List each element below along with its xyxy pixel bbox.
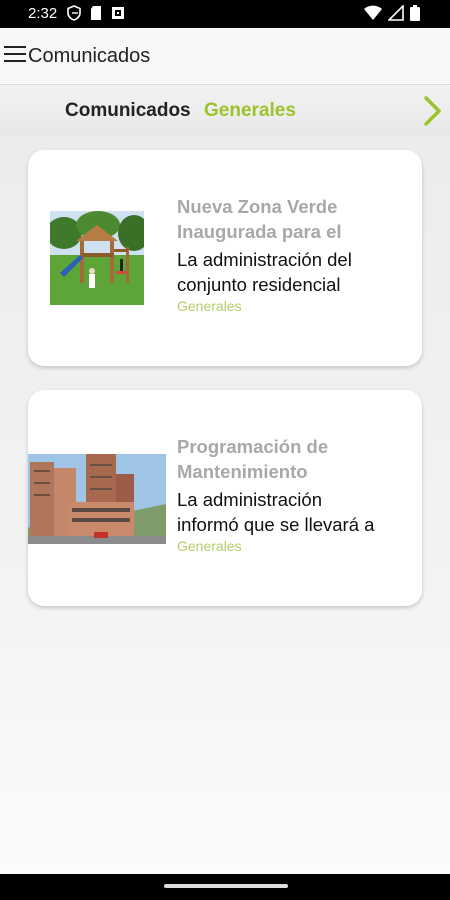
announcement-excerpt: La administración informó que se llevará… [177, 489, 375, 535]
status-right-icons [364, 5, 420, 21]
signal-icon [388, 5, 404, 21]
announcement-card[interactable]: Programación de Mantenimiento La adminis… [28, 390, 422, 606]
announcement-title: Programación de Mantenimiento [177, 436, 329, 482]
system-nav-bar [0, 874, 450, 900]
status-left-icons [67, 5, 125, 21]
hamburger-menu-icon[interactable] [4, 46, 26, 66]
announcement-excerpt: La administración del conjunto residenci… [177, 249, 352, 295]
wifi-icon [364, 5, 382, 20]
app-bar: Comunicados [0, 28, 450, 85]
sd-card-icon [91, 6, 101, 20]
chevron-right-icon[interactable] [420, 95, 444, 127]
battery-icon [410, 5, 420, 21]
status-time: 2:32 [28, 5, 58, 22]
playground-thumbnail [50, 211, 144, 305]
building-thumbnail [28, 454, 166, 544]
page-title: Comunicados [28, 45, 151, 67]
announcements-list: Nueva Zona Verde Inaugurada para el La a… [0, 137, 450, 874]
status-bar: 2:32 [0, 0, 450, 28]
card-text: Nueva Zona Verde Inaugurada para el La a… [177, 194, 412, 315]
home-gesture-handle[interactable] [164, 884, 288, 888]
category-header: Comunicados Generales [0, 85, 450, 137]
announcement-category: Generales [177, 538, 242, 554]
app-notification-icon [112, 7, 124, 19]
announcement-title: Nueva Zona Verde Inaugurada para el [177, 196, 342, 242]
category-tab-generales[interactable]: Generales [204, 100, 296, 122]
announcement-category: Generales [177, 298, 242, 314]
shield-icon [67, 5, 81, 21]
card-text: Programación de Mantenimiento La adminis… [177, 434, 412, 555]
section-label: Comunicados [65, 100, 191, 121]
announcement-card[interactable]: Nueva Zona Verde Inaugurada para el La a… [28, 150, 422, 366]
